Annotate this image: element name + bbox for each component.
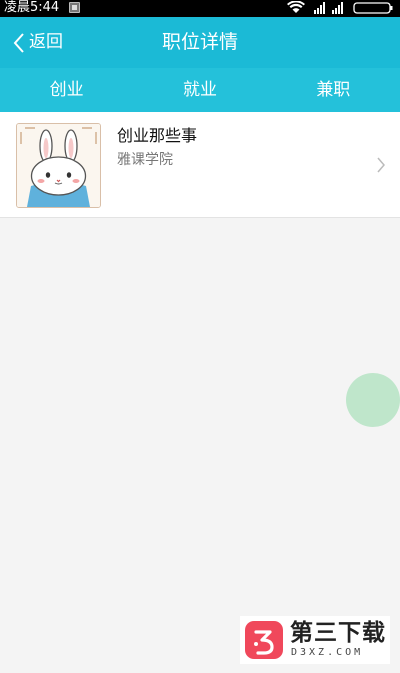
signal-icon [314,2,325,14]
status-icons [286,1,396,15]
bunny-illustration [17,124,100,207]
watermark: 第三下载 D3XZ.COM [240,616,390,664]
app-header: 返回 职位详情 [0,17,400,68]
watermark-domain: D3XZ.COM [291,647,364,658]
chevron-left-icon [13,32,24,53]
signal-icon [332,2,343,14]
d3xz-logo-icon [244,620,284,660]
back-label: 返回 [29,32,63,52]
wifi-icon [287,1,305,13]
back-button[interactable]: 返回 [12,17,63,68]
chevron-right-icon [376,156,386,174]
tab-part-time[interactable]: 兼职 [267,68,400,112]
notification-icon [69,2,80,13]
floating-button[interactable] [346,373,400,427]
battery-icon [353,2,393,14]
status-bar: 凌晨5:44 [0,0,400,17]
item-subtitle: 雅课学院 [117,152,173,168]
list-item[interactable]: 创业那些事 雅课学院 [0,112,400,218]
tab-bar: 创业 就业 兼职 [0,68,400,112]
tab-employment[interactable]: 就业 [133,68,266,112]
tab-startup[interactable]: 创业 [0,68,133,112]
item-thumbnail [16,123,101,208]
status-time: 凌晨5:44 [4,0,60,15]
item-title: 创业那些事 [117,126,198,145]
watermark-text: 第三下载 [290,620,386,646]
